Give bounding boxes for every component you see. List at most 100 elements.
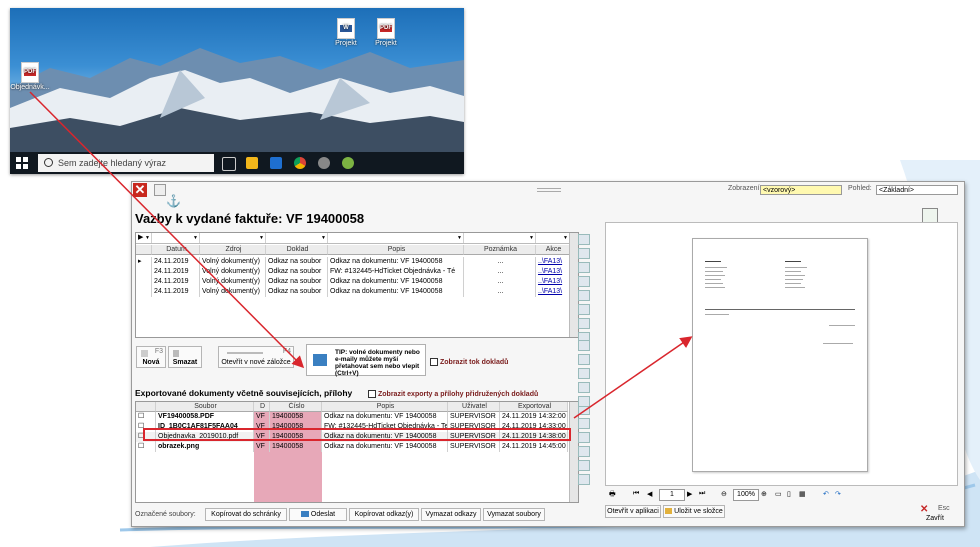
marked-files-toolbar: Označené soubory: Kopírovat do schránky … <box>135 508 555 522</box>
column-header[interactable]: Uživatel <box>448 402 500 412</box>
toolbar-icon[interactable] <box>578 276 590 287</box>
send-button[interactable]: Odeslat <box>289 508 347 521</box>
drag-handle[interactable] <box>537 188 561 192</box>
vertical-scrollbar[interactable] <box>569 402 578 502</box>
toolbar-icon[interactable] <box>578 418 590 429</box>
desktop-icon-word-projekt[interactable]: W Projekt <box>326 18 366 47</box>
anchor-icon[interactable]: ⚓ <box>166 194 181 208</box>
preview-toolbar: 🖶 ⏮ ◀ 1 ▶ ⏭ ⊖ 100% ⊕ ▭ ▯ ▦ ↶ ↷ <box>605 488 956 502</box>
toolbar-icon[interactable] <box>578 234 590 245</box>
toolbar-icon[interactable] <box>578 382 590 393</box>
pdf-file-icon: PDF <box>21 62 39 83</box>
table-row[interactable]: ☐ VF19400058.PDF VF 19400058 Odkaz na do… <box>136 412 578 422</box>
column-header[interactable]: Zdroj <box>200 245 266 255</box>
table-row[interactable]: 24.11.2019 Volný dokument(y) Odkaz na so… <box>136 277 578 287</box>
rotate-right-icon[interactable]: ↷ <box>835 490 841 498</box>
desktop-icon-pdf-projekt[interactable]: PDF Projekt <box>366 18 406 47</box>
open-in-app-button[interactable]: Otevřít v aplikaci <box>605 505 661 518</box>
toolbar-icon[interactable] <box>578 446 590 457</box>
table-row[interactable]: 24.11.2019 Volný dokument(y) Odkaz na so… <box>136 267 578 277</box>
first-page-icon[interactable]: ⏮ <box>633 490 639 498</box>
close-icon: ✕ <box>920 504 929 515</box>
open-new-tab-button[interactable]: F4 Otevřít v nové záložce <box>218 346 294 368</box>
toolbar-icon[interactable] <box>578 368 590 379</box>
table-row[interactable]: ☐ obrazek.png VF 19400058 Odkaz na dokum… <box>136 442 578 452</box>
zoom-icon[interactable] <box>578 354 590 365</box>
fit-width-icon[interactable]: ▭ <box>775 490 782 498</box>
fit-page-icon[interactable]: ▯ <box>787 490 791 498</box>
links-header-row: Datum Zdroj Doklad Popis Poznámka Akce <box>136 245 578 255</box>
clear-links-button[interactable]: Vymazat odkazy <box>421 508 481 521</box>
file-explorer-icon[interactable] <box>246 157 258 169</box>
outlook-icon[interactable] <box>270 157 282 169</box>
prev-page-icon[interactable]: ◀ <box>647 490 652 498</box>
rotate-left-icon[interactable]: ↶ <box>823 490 829 498</box>
column-header[interactable]: Poznámka <box>464 245 536 255</box>
word-file-icon: W <box>337 18 355 39</box>
column-header[interactable]: Popis <box>322 402 448 412</box>
desktop-icon-objednavka[interactable]: PDF Objednávk... <box>10 62 50 91</box>
toolbar-icon[interactable] <box>578 290 590 301</box>
preview-page[interactable] <box>692 238 868 472</box>
toolbar-icon[interactable] <box>578 318 590 329</box>
links-side-toolbar <box>578 234 590 343</box>
zoom-input[interactable]: 100% <box>733 489 759 501</box>
document-preview <box>605 222 958 486</box>
zoom-out-icon[interactable]: ⊖ <box>721 490 727 498</box>
close-window-button[interactable]: ✕ <box>133 183 147 197</box>
pohled-select[interactable]: <Základní> <box>876 185 958 195</box>
drop-zone-tip[interactable]: TIP: volné dokumenty nebo e-maily můžete… <box>306 344 426 377</box>
close-esc-button[interactable]: ✕ Esc Zavřít <box>918 504 962 524</box>
trash-icon <box>173 350 179 357</box>
vertical-scrollbar[interactable] <box>569 233 578 337</box>
app-icon[interactable] <box>342 157 354 169</box>
table-row[interactable]: 24.11.2019 Volný dokument(y) Odkaz na so… <box>136 287 578 297</box>
column-header[interactable]: Exportoval <box>500 402 568 412</box>
toolbar-icon[interactable] <box>578 396 590 407</box>
exports-grid: Soubor D Číslo Popis Uživatel Exportoval… <box>135 401 579 503</box>
show-flow-checkbox[interactable]: Zobrazit tok dokladů <box>430 358 508 366</box>
pink-column-fill <box>254 452 322 502</box>
column-header[interactable]: Doklad <box>266 245 328 255</box>
zobrazeni-select[interactable]: <vzorový> <box>760 185 842 195</box>
chrome-icon[interactable] <box>294 157 306 169</box>
toolbar-toggle-icon[interactable] <box>154 184 166 196</box>
toolbar-icon[interactable] <box>578 304 590 315</box>
print-icon[interactable]: 🖶 <box>609 490 616 501</box>
save-to-folder-button[interactable]: Uložit ve složce <box>663 505 725 518</box>
exports-side-toolbar <box>578 404 590 485</box>
windows-start-icon[interactable] <box>16 157 28 169</box>
page-number-input[interactable]: 1 <box>659 489 685 501</box>
column-header[interactable]: Akce <box>536 245 570 255</box>
toolbar-icon[interactable] <box>578 460 590 471</box>
filter-row[interactable]: ▶ <box>136 233 578 244</box>
toolbar-icon[interactable] <box>578 262 590 273</box>
send-icon <box>300 511 309 518</box>
toolbar-icon[interactable] <box>578 248 590 259</box>
toolbar-icon[interactable] <box>578 474 590 485</box>
toolbar-icon[interactable] <box>578 432 590 443</box>
zoom-in-icon[interactable]: ⊕ <box>761 490 767 498</box>
column-header[interactable]: D <box>254 402 270 412</box>
vazby-window: ✕ ⚓ Zobrazení: <vzorový> Pohled: <Základ… <box>131 181 965 527</box>
exports-section-title: Exportované dokumenty včetně související… <box>135 388 353 398</box>
copy-to-clipboard-button[interactable]: Kopírovat do schránky <box>205 508 287 521</box>
zoom-icon[interactable] <box>578 340 590 351</box>
task-view-icon[interactable] <box>222 157 236 171</box>
taskbar-search-input[interactable]: Sem zadejte hledaný výraz <box>38 154 214 172</box>
clear-files-button[interactable]: Vymazat soubory <box>483 508 545 521</box>
app-icon[interactable] <box>318 157 330 169</box>
show-exports-checkbox[interactable]: Zobrazit exporty a přílohy přidružených … <box>368 390 538 398</box>
delete-button[interactable]: Smazat <box>168 346 202 368</box>
column-header[interactable]: Popis <box>328 245 464 255</box>
column-header[interactable]: Datum <box>152 245 200 255</box>
last-page-icon[interactable]: ⏭ <box>699 490 705 498</box>
multi-page-icon[interactable]: ▦ <box>799 490 806 498</box>
tab-icon <box>227 352 263 354</box>
copy-links-button[interactable]: Kopírovat odkaz(y) <box>349 508 419 521</box>
new-button[interactable]: F3 Nová <box>136 346 166 368</box>
next-page-icon[interactable]: ▶ <box>687 490 692 498</box>
column-header[interactable]: Soubor <box>156 402 254 412</box>
column-header[interactable]: Číslo <box>270 402 322 412</box>
table-row[interactable]: ▸ 24.11.2019 Volný dokument(y) Odkaz na … <box>136 257 578 267</box>
